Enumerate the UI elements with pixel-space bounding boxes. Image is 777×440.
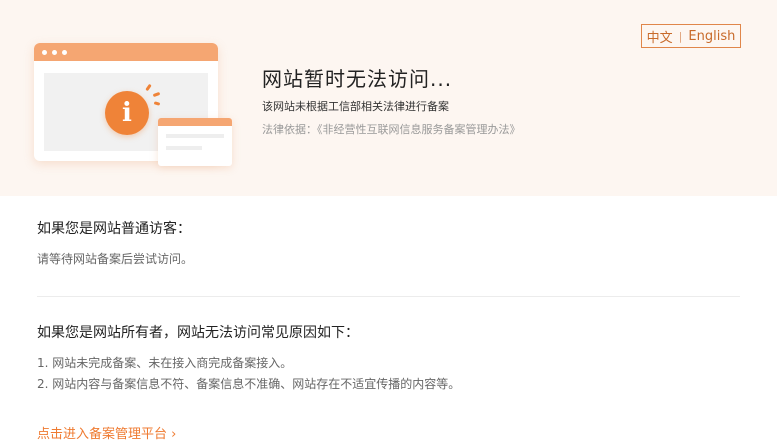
window-title-bar bbox=[34, 43, 218, 61]
legal-basis: 法律依据：《非经营性互联网信息服务备案管理办法》 bbox=[262, 123, 521, 136]
lang-separator: | bbox=[678, 29, 683, 43]
visitor-instruction: 请等待网站备案后尝试访问。 bbox=[37, 252, 194, 266]
reason-item: 2. 网站内容与备案信息不符、备案信息不准确、网站存在不适宜传播的内容等。 bbox=[37, 377, 461, 391]
error-illustration: i bbox=[30, 40, 240, 180]
visitor-section-title: 如果您是网站普通访客： bbox=[37, 221, 191, 237]
lang-en-link[interactable]: English bbox=[688, 29, 735, 44]
lang-zh-link[interactable]: 中文 bbox=[647, 27, 673, 46]
small-window-graphic bbox=[158, 118, 232, 166]
page-title: 网站暂时无法访问... bbox=[262, 67, 453, 91]
info-icon: i bbox=[105, 91, 149, 135]
section-divider bbox=[37, 296, 740, 297]
filing-notice: 该网站未根据工信部相关法律进行备案 bbox=[262, 100, 449, 113]
filing-platform-link[interactable]: 点击进入备案管理平台 › bbox=[37, 423, 176, 440]
reason-item: 1. 网站未完成备案、未在接入商完成备案接入。 bbox=[37, 356, 293, 370]
owner-section-title: 如果您是网站所有者，网站无法访问常见原因如下： bbox=[37, 325, 359, 341]
language-switch: 中文 | English bbox=[641, 24, 741, 48]
